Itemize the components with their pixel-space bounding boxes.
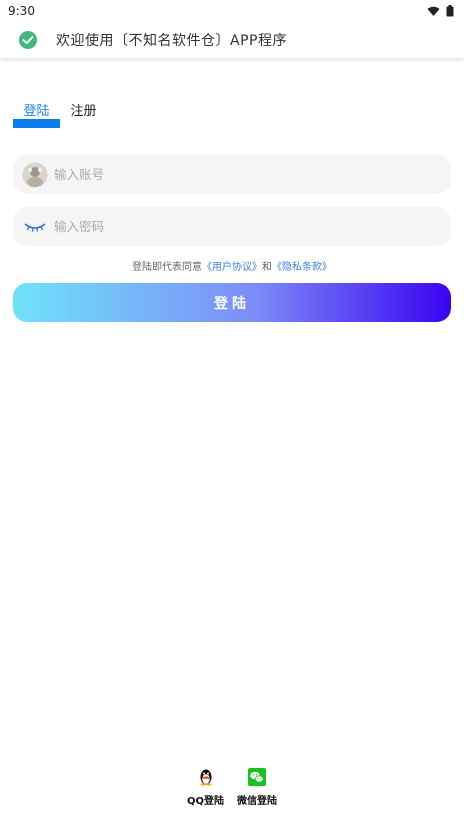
qq-penguin-icon xyxy=(197,768,215,786)
login-button[interactable]: 登陆 xyxy=(13,283,451,322)
agreement-prefix: 登陆即代表同意 xyxy=(132,262,202,273)
qq-login-label: QQ登陆 xyxy=(187,796,225,807)
qq-login-button[interactable]: QQ登陆 xyxy=(187,768,224,807)
agreement-conjunction: 和 xyxy=(262,262,272,273)
auth-tabs: 登陆 注册 xyxy=(13,98,107,128)
toast-message: 欢迎使用〔不知名软件仓〕APP程序 xyxy=(56,33,287,49)
wifi-icon xyxy=(427,6,440,16)
user-agreement-link[interactable]: 《用户协议》 xyxy=(202,262,262,273)
password-input[interactable] xyxy=(52,218,426,235)
privacy-policy-link[interactable]: 《隐私条款》 xyxy=(272,262,332,273)
battery-icon xyxy=(446,5,454,17)
tab-register[interactable]: 注册 xyxy=(60,98,107,128)
account-input[interactable] xyxy=(52,166,426,183)
account-field[interactable] xyxy=(13,155,451,194)
check-circle-icon xyxy=(19,31,37,49)
welcome-toast: 欢迎使用〔不知名软件仓〕APP程序 xyxy=(0,22,464,58)
eye-closed-icon[interactable] xyxy=(22,214,48,240)
status-bar: 9:30 xyxy=(0,0,464,22)
tab-login[interactable]: 登陆 xyxy=(13,98,60,128)
wechat-login-button[interactable]: 微信登陆 xyxy=(237,768,277,807)
agreement-text: 登陆即代表同意《用户协议》和《隐私条款》 xyxy=(0,258,464,273)
wechat-login-label: 微信登陆 xyxy=(237,796,277,807)
password-field[interactable] xyxy=(13,207,451,246)
status-time: 9:30 xyxy=(8,4,35,18)
user-avatar-icon xyxy=(22,162,48,188)
wechat-icon xyxy=(248,768,266,786)
status-icons xyxy=(427,5,454,17)
